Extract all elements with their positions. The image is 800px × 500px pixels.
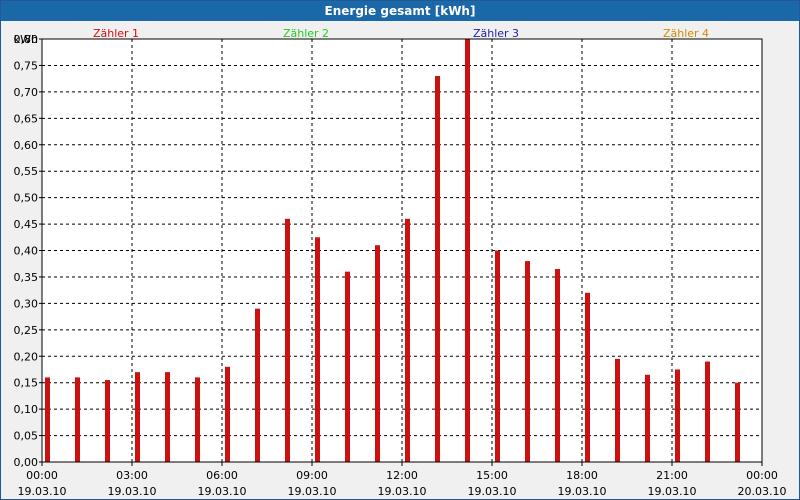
bar bbox=[75, 377, 80, 462]
x-tick-label-date: 19.03.10 bbox=[648, 485, 697, 498]
bar bbox=[135, 372, 140, 462]
x-tick-label-date: 19.03.10 bbox=[288, 485, 337, 498]
bar bbox=[735, 382, 740, 462]
legend-entry: Zähler 3 bbox=[473, 27, 519, 40]
y-tick-label: 0,40 bbox=[14, 245, 39, 258]
bar bbox=[105, 380, 110, 462]
bar bbox=[645, 374, 650, 462]
bar bbox=[285, 218, 290, 462]
x-tick-label-time: 06:00 bbox=[206, 469, 238, 482]
y-tick-label: 0,20 bbox=[14, 350, 39, 363]
legend-entry: Zähler 4 bbox=[663, 27, 709, 40]
y-tick-label: 0,25 bbox=[14, 324, 39, 337]
y-tick-label: 0,05 bbox=[14, 430, 39, 443]
bar bbox=[465, 39, 470, 462]
x-tick-label-date: 20.03.10 bbox=[738, 485, 787, 498]
bar bbox=[375, 245, 380, 462]
y-tick-label: 0,60 bbox=[14, 139, 39, 152]
x-tick-label-time: 03:00 bbox=[116, 469, 148, 482]
bar bbox=[45, 377, 50, 462]
bar bbox=[435, 76, 440, 462]
x-tick-label-time: 12:00 bbox=[386, 469, 418, 482]
bar bbox=[345, 271, 350, 462]
x-tick-label-time: 18:00 bbox=[566, 469, 598, 482]
y-tick-label: 0,70 bbox=[14, 86, 39, 99]
y-tick-label: 0,50 bbox=[14, 192, 39, 205]
y-tick-label: 0,45 bbox=[14, 218, 39, 231]
x-tick-label-date: 19.03.10 bbox=[558, 485, 607, 498]
bar bbox=[615, 358, 620, 462]
y-tick-label: 0,75 bbox=[14, 59, 39, 72]
bar bbox=[225, 366, 230, 462]
x-tick-label-date: 19.03.10 bbox=[198, 485, 247, 498]
y-tick-label: 0,35 bbox=[14, 271, 39, 284]
bar bbox=[315, 237, 320, 462]
x-tick-label-date: 19.03.10 bbox=[468, 485, 517, 498]
bar bbox=[165, 372, 170, 462]
bar bbox=[525, 261, 530, 462]
bar bbox=[555, 269, 560, 462]
energy-bar-chart: 0,00 0,05 0,10 0,15 0,20 0,25 0,30 0,35 0,40 0,45… bbox=[14, 27, 787, 498]
legend-entry: Zähler 2 bbox=[283, 27, 329, 40]
bar bbox=[585, 292, 590, 462]
y-tick-label: 0,30 bbox=[14, 297, 39, 310]
bar bbox=[495, 250, 500, 462]
chart-window: Energie gesamt [kWh] 0,00 0,05 0,10 0,15 0,2… bbox=[0, 0, 800, 500]
x-tick-label-date: 19.03.10 bbox=[108, 485, 157, 498]
bar bbox=[195, 377, 200, 462]
bar bbox=[405, 218, 410, 462]
legend-entry: Zähler 1 bbox=[93, 27, 139, 40]
y-tick-label: 0,55 bbox=[14, 165, 39, 178]
x-tick-label-time: 15:00 bbox=[476, 469, 508, 482]
y-tick-label: 0,10 bbox=[14, 403, 39, 416]
y-axis-label: kWh bbox=[14, 33, 38, 46]
y-tick-label: 0,65 bbox=[14, 112, 39, 125]
x-tick-label-time: 21:00 bbox=[656, 469, 688, 482]
bar bbox=[675, 369, 680, 462]
x-tick-label-date: 19.03.10 bbox=[18, 485, 67, 498]
x-tick-label-time: 00:00 bbox=[746, 469, 778, 482]
x-tick-label-time: 09:00 bbox=[296, 469, 328, 482]
y-tick-label: 0,15 bbox=[14, 377, 39, 390]
x-tick-label-time: 00:00 bbox=[26, 469, 58, 482]
y-tick-label: 0,00 bbox=[14, 456, 39, 469]
bar bbox=[255, 308, 260, 462]
bar bbox=[705, 361, 710, 462]
x-tick-label-date: 19.03.10 bbox=[378, 485, 427, 498]
